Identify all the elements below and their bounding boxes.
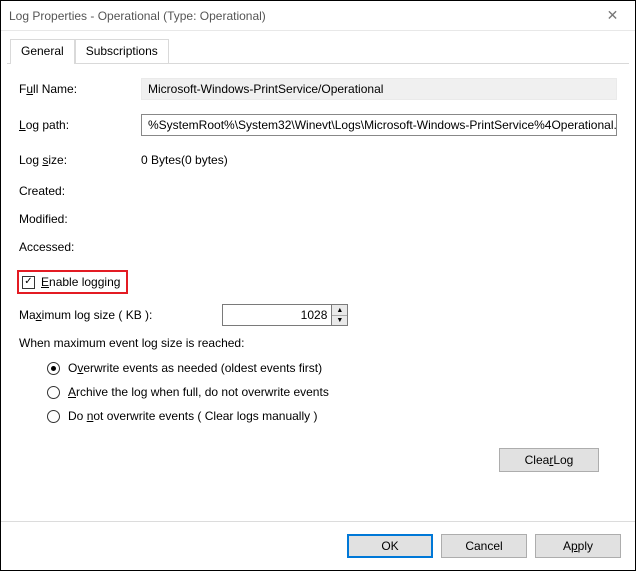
log-path-label: Log path: — [19, 118, 141, 132]
accessed-label: Accessed: — [19, 240, 141, 254]
dialog-footer: OK Cancel Apply — [1, 521, 635, 570]
clear-log-button[interactable]: Clear Log — [499, 448, 599, 472]
radio-archive-label: Archive the log when full, do not overwr… — [68, 385, 329, 399]
tab-subscriptions[interactable]: Subscriptions — [75, 39, 169, 63]
spinner-down-icon[interactable]: ▼ — [332, 315, 347, 325]
enable-logging-highlight: ✓ Enable logging — [17, 270, 128, 294]
titlebar: Log Properties - Operational (Type: Oper… — [1, 1, 635, 31]
full-name-value: Microsoft-Windows-PrintService/Operation… — [141, 78, 617, 100]
radio-donot[interactable] — [47, 410, 60, 423]
max-size-label: Maximum log size ( KB ): — [19, 308, 152, 322]
log-size-value: 0 Bytes(0 bytes) — [141, 150, 617, 170]
window-title: Log Properties - Operational (Type: Oper… — [9, 9, 590, 23]
enable-logging-checkbox[interactable]: ✓ — [22, 276, 35, 289]
radio-archive[interactable] — [47, 386, 60, 399]
ok-button[interactable]: OK — [347, 534, 433, 558]
tab-strip: General Subscriptions — [7, 39, 629, 64]
max-size-input[interactable] — [222, 304, 332, 326]
tab-content: Full Name: Microsoft-Windows-PrintServic… — [1, 64, 635, 480]
when-reached-label: When maximum event log size is reached: — [19, 336, 617, 350]
spinner-up-icon[interactable]: ▲ — [332, 305, 347, 315]
created-value — [141, 188, 617, 194]
apply-button[interactable]: Apply — [535, 534, 621, 558]
tab-general[interactable]: General — [10, 39, 75, 63]
accessed-value — [141, 244, 617, 250]
radio-overwrite-label: Overwrite events as needed (oldest event… — [68, 361, 322, 375]
created-label: Created: — [19, 184, 141, 198]
full-name-label: Full Name: — [19, 82, 141, 96]
modified-value — [141, 216, 617, 222]
radio-overwrite[interactable] — [47, 362, 60, 375]
modified-label: Modified: — [19, 212, 141, 226]
close-icon[interactable]: ✕ — [590, 1, 635, 31]
log-size-label: Log size: — [19, 153, 141, 167]
enable-logging-label: Enable logging — [41, 275, 120, 289]
radio-donot-label: Do not overwrite events ( Clear logs man… — [68, 409, 317, 423]
cancel-button[interactable]: Cancel — [441, 534, 527, 558]
log-path-input[interactable]: %SystemRoot%\System32\Winevt\Logs\Micros… — [141, 114, 617, 136]
